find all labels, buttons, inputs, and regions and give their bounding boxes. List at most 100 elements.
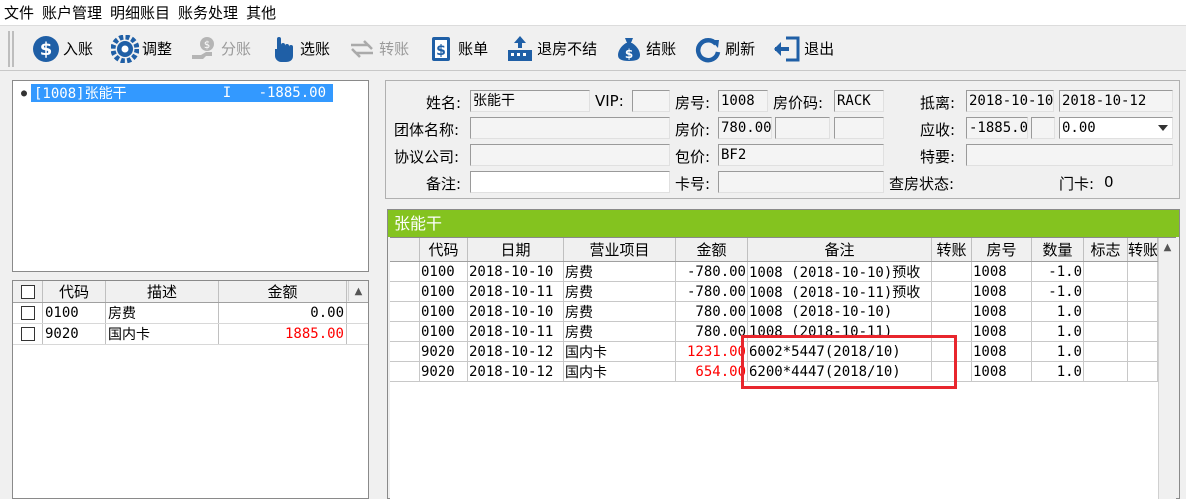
header-desc[interactable]: 描述	[106, 281, 219, 302]
row-indicator	[390, 262, 420, 281]
header-qty[interactable]: 数量	[1032, 238, 1084, 261]
arrive-date-field[interactable]: 2018-10-10	[966, 90, 1054, 112]
guest-info-form: 姓名: 张能干 VIP: 房号: 1008 房价码: RACK 抵离: 2018…	[385, 80, 1180, 199]
company-field[interactable]	[470, 144, 670, 166]
cell-code: 0100	[420, 282, 468, 301]
menu-detail-accounts[interactable]: 明细账目	[106, 0, 174, 26]
checkroom-label: 查房状态:	[889, 175, 955, 193]
header-amount[interactable]: 金额	[676, 238, 748, 261]
header-room[interactable]: 房号	[972, 238, 1032, 261]
guest-list-item-selected[interactable]: [1008]张能干 I -1885.00	[31, 84, 333, 102]
chevron-down-icon[interactable]	[1158, 125, 1168, 131]
company-label: 协议公司:	[394, 148, 460, 166]
header-amount[interactable]: 金额	[219, 281, 347, 302]
header-note[interactable]: 备注	[748, 238, 932, 261]
grid-header: 代码 日期 营业项目 金额 备注 转账 房号 数量 标志 转账	[390, 238, 1176, 262]
exit-button[interactable]: 退出	[773, 31, 834, 67]
cell-note: 1008 (2018-10-10)	[748, 302, 932, 321]
split-bill-button[interactable]: $ 分账	[190, 31, 251, 67]
rate-code-field[interactable]: RACK	[834, 90, 884, 112]
cell-desc: 国内卡	[106, 324, 219, 344]
vip-label: VIP:	[595, 92, 624, 110]
room-field[interactable]: 1008	[718, 90, 768, 112]
post-charge-button[interactable]: $ 入账	[32, 31, 93, 67]
card-field[interactable]	[718, 171, 884, 193]
remark-field[interactable]	[470, 171, 670, 193]
cell-item: 房费	[564, 322, 676, 341]
row-checkbox[interactable]	[20, 306, 35, 320]
special-field[interactable]	[966, 144, 1173, 166]
cell-transfer-2	[1128, 302, 1158, 321]
bill-button[interactable]: $ 账单	[427, 31, 488, 67]
price-extra-field-2[interactable]	[834, 117, 884, 139]
cell-amount: -780.00	[676, 282, 748, 301]
header-flag[interactable]: 标志	[1084, 238, 1128, 261]
group-field[interactable]	[470, 117, 670, 139]
table-row[interactable]: 0100 2018-10-10 房费 -780.00 1008 (2018-10…	[390, 262, 1176, 282]
table-row[interactable]: 9020 国内卡 1885.00	[13, 324, 368, 345]
menu-accounting[interactable]: 账务处理	[174, 0, 242, 26]
price-field[interactable]: 780.00	[718, 117, 772, 139]
adjust-label: 调整	[142, 40, 173, 58]
bill-label: 账单	[458, 40, 489, 58]
table-row[interactable]: 0100 2018-10-10 房费 780.00 1008 (2018-10-…	[390, 302, 1176, 322]
price-extra-field-1[interactable]	[775, 117, 830, 139]
cell-qty: 1.0	[1032, 322, 1084, 341]
select-all-checkbox[interactable]	[20, 284, 35, 299]
cell-date: 2018-10-10	[468, 262, 564, 281]
table-row[interactable]: 9020 2018-10-12 国内卡 1231.00 6002*5447(20…	[390, 342, 1176, 362]
guest-list-item[interactable]: ● [1008]张能干 I -1885.00	[17, 84, 333, 102]
refresh-button[interactable]: 刷新	[694, 31, 755, 67]
header-date[interactable]: 日期	[468, 238, 564, 261]
table-row[interactable]: 9020 2018-10-12 国内卡 654.00 6200*4447(201…	[390, 362, 1176, 382]
table-row[interactable]: 0100 房费 0.00	[13, 303, 368, 324]
svg-text:$: $	[204, 40, 210, 51]
row-indicator	[390, 342, 420, 361]
panel-title: 张能干	[388, 210, 1179, 237]
svg-text:$: $	[625, 47, 633, 61]
scroll-up-icon[interactable]: ▲	[1159, 238, 1176, 256]
scroll-up-icon[interactable]: ▲	[348, 281, 368, 301]
summary-table: 代码 描述 金额 0100 房费 0.00 9020 国内卡 1885.00 ▲	[12, 280, 369, 499]
table-row[interactable]: 0100 2018-10-11 房费 780.00 1008 (2018-10-…	[390, 322, 1176, 342]
cell-code: 0100	[420, 262, 468, 281]
package-field[interactable]: BF2	[718, 144, 884, 166]
cell-qty: -1.0	[1032, 262, 1084, 281]
cell-transfer	[932, 302, 972, 321]
menu-file[interactable]: 文件	[0, 0, 38, 26]
checkout-no-settle-button[interactable]: 退房不结	[506, 31, 597, 67]
guest-list: ● [1008]张能干 I -1885.00	[12, 80, 369, 272]
menu-other[interactable]: 其他	[242, 0, 280, 26]
transfer-button[interactable]: 转账	[348, 31, 409, 67]
cell-flag	[1084, 342, 1128, 361]
refresh-icon	[694, 35, 722, 63]
cell-code: 0100	[43, 303, 106, 323]
table-row[interactable]: 0100 2018-10-11 房费 -780.00 1008 (2018-10…	[390, 282, 1176, 302]
header-code[interactable]: 代码	[420, 238, 468, 261]
cell-amount: 0.00	[219, 303, 347, 323]
name-label: 姓名:	[426, 94, 462, 112]
svg-text:$: $	[40, 39, 53, 60]
header-item[interactable]: 营业项目	[564, 238, 676, 261]
name-field[interactable]: 张能干	[470, 90, 590, 112]
settle-button[interactable]: $ 结账	[615, 31, 676, 67]
cell-note: 6002*5447(2018/10)	[748, 342, 932, 361]
split-bill-label: 分账	[221, 40, 252, 58]
header-transfer-2[interactable]: 转账	[1128, 238, 1158, 261]
receivable-extra-field[interactable]	[1031, 117, 1055, 139]
select-bill-button[interactable]: 选账	[269, 31, 330, 67]
leave-date-field[interactable]: 2018-10-12	[1059, 90, 1173, 112]
row-checkbox[interactable]	[20, 327, 35, 341]
toolbar-grip[interactable]	[8, 30, 14, 67]
adjust-button[interactable]: 调整	[111, 31, 172, 67]
header-code[interactable]: 代码	[43, 281, 106, 302]
vip-field[interactable]	[632, 90, 670, 112]
menu-account-management[interactable]: 账户管理	[38, 0, 106, 26]
building-up-icon	[506, 35, 534, 63]
cell-note: 1008 (2018-10-11)预收	[748, 282, 932, 301]
select-bill-label: 选账	[300, 40, 331, 58]
receivable-select[interactable]: 0.00	[1059, 117, 1173, 139]
header-transfer[interactable]: 转账	[932, 238, 972, 261]
receivable-field[interactable]: -1885.0	[966, 117, 1028, 139]
grid-scrollbar[interactable]: ▲	[1158, 238, 1176, 499]
